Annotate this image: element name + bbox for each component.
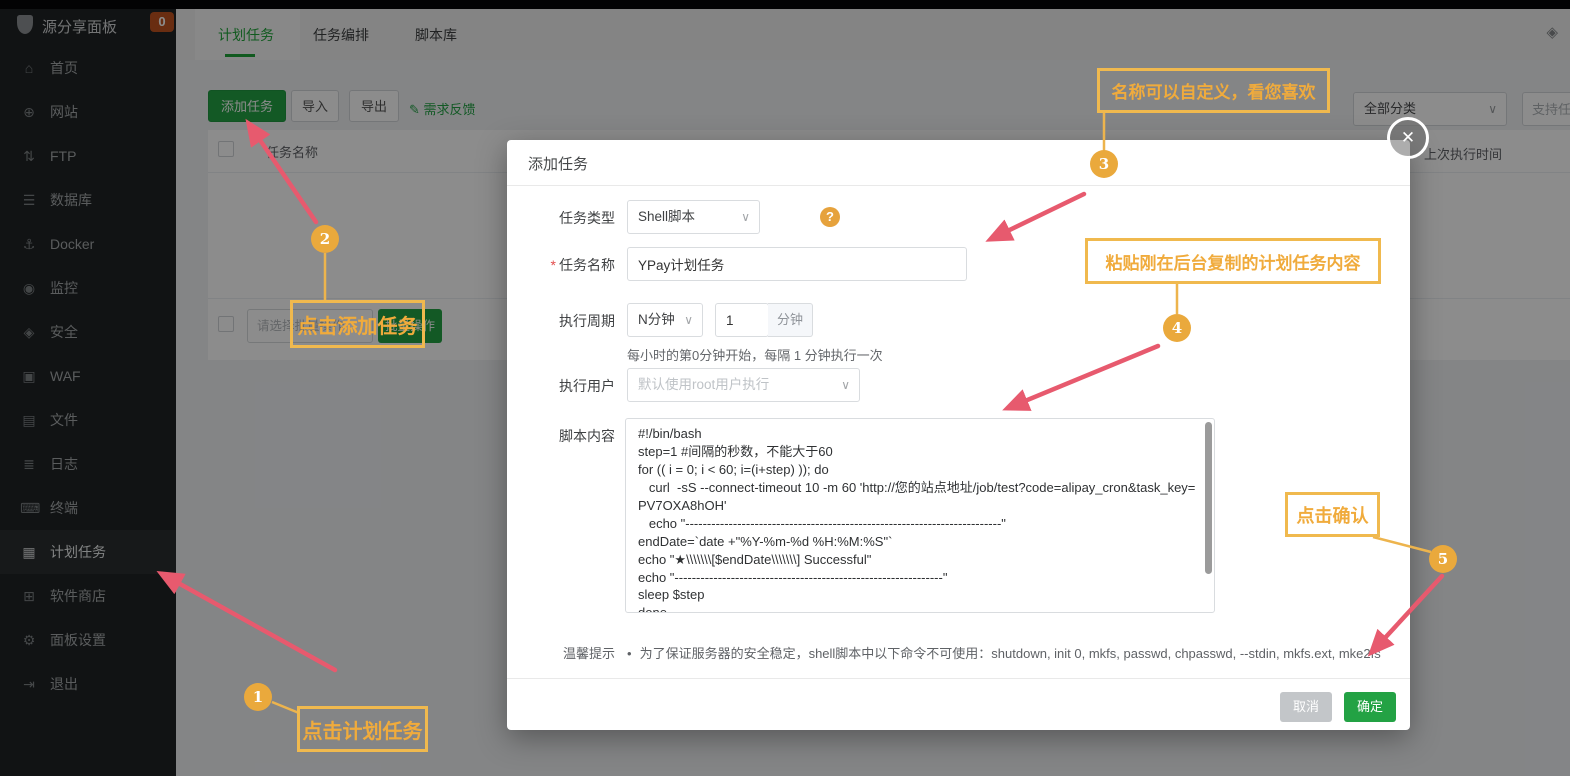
cycle-unit-suffix: 分钟 xyxy=(768,303,813,337)
confirm-button[interactable]: 确定 xyxy=(1344,692,1396,722)
required-asterisk: * xyxy=(550,257,556,273)
bullet-icon: • xyxy=(627,646,632,661)
callout-custom-name: 名称可以自定义，看您喜欢 xyxy=(1097,68,1330,113)
cycle-value-input[interactable] xyxy=(715,303,769,337)
close-icon[interactable]: ✕ xyxy=(1387,117,1429,159)
cycle-hint: 每小时的第0分钟开始，每隔 1 分钟执行一次 xyxy=(627,348,883,363)
task-name-label: * 任务名称 xyxy=(550,257,615,273)
callout-paste-content: 粘贴刚在后台复制的计划任务内容 xyxy=(1085,238,1381,284)
step-badge-5: 5 xyxy=(1429,545,1457,573)
exec-user-select[interactable]: 默认使用root用户执行 ∨ xyxy=(627,368,860,402)
task-type-label: 任务类型 xyxy=(559,210,615,226)
callout-click-cron: 点击计划任务 xyxy=(297,706,428,752)
chevron-down-icon: ∨ xyxy=(841,378,850,392)
page: 源分享面板 0 ⌂ 首页 ⊕ 网站 ⇅ FTP ☰ 数据库 ⚓ Docker ◉ 监控 ◈ 安… xyxy=(0,0,1570,776)
step-badge-4: 4 xyxy=(1163,314,1191,342)
callout-click-confirm: 点击确认 xyxy=(1285,492,1380,537)
script-text: #!/bin/bash step=1 #间隔的秒数，不能大于60 for (( … xyxy=(638,426,1196,613)
script-content-textarea[interactable]: #!/bin/bash step=1 #间隔的秒数，不能大于60 for (( … xyxy=(625,418,1215,613)
textarea-scrollbar[interactable] xyxy=(1205,422,1212,574)
add-task-modal: 添加任务 任务类型 Shell脚本 ∨ ? *任务名称 执行周期 N分钟 ∨ 分… xyxy=(507,140,1410,730)
task-type-select[interactable]: Shell脚本 ∨ xyxy=(627,200,760,234)
modal-title: 添加任务 xyxy=(528,156,589,173)
step-badge-3: 3 xyxy=(1090,150,1118,178)
cycle-label: 执行周期 xyxy=(559,313,615,329)
chevron-down-icon: ∨ xyxy=(741,210,750,224)
help-icon[interactable]: ? xyxy=(820,207,840,227)
cancel-button[interactable]: 取消 xyxy=(1280,692,1332,722)
chevron-down-icon: ∨ xyxy=(684,313,693,327)
step-badge-2: 2 xyxy=(311,225,339,253)
tip-label: 温馨提示 xyxy=(562,646,615,661)
callout-click-add-task: 点击添加任务 xyxy=(290,300,425,348)
task-name-input[interactable] xyxy=(627,247,967,281)
script-content-label: 脚本内容 xyxy=(559,428,615,444)
cycle-type-select[interactable]: N分钟 ∨ xyxy=(627,303,703,337)
step-badge-1: 1 xyxy=(244,683,272,711)
exec-user-label: 执行用户 xyxy=(559,378,615,394)
tip-text: • 为了保证服务器的安全稳定，shell脚本中以下命令不可使用：shutdown,… xyxy=(627,646,1381,661)
